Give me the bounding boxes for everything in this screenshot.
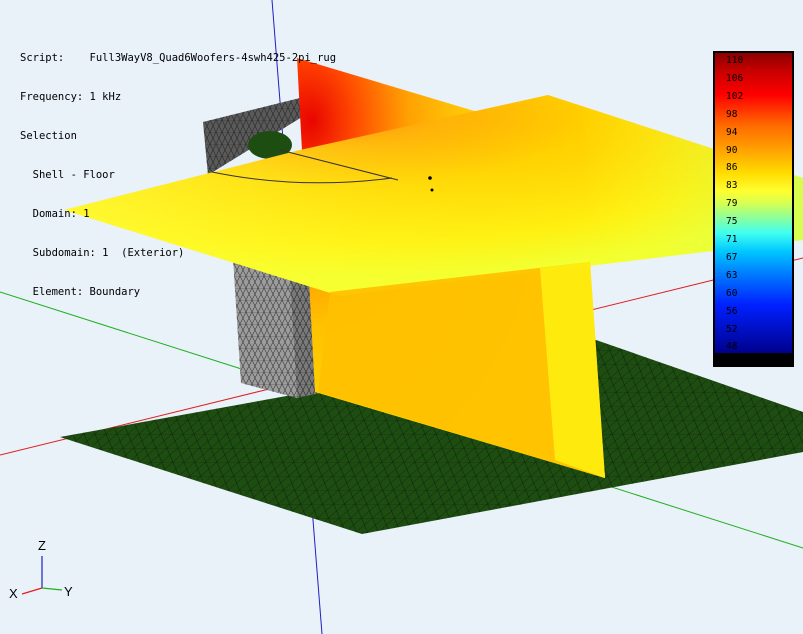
selection-line: Selection xyxy=(20,130,77,142)
legend-tick-label: 86 xyxy=(726,162,738,174)
legend-tick-label: 90 xyxy=(726,144,738,156)
legend-tick-label: 48 xyxy=(726,341,738,353)
legend-tick-label: 79 xyxy=(726,198,738,210)
color-legend: 110 106 102 98 94 90 86 83 79 75 71 67 63 60 56 52 48 xyxy=(713,51,794,367)
legend-tick-label: 63 xyxy=(726,269,738,281)
mic-point xyxy=(428,176,432,180)
info-panel: Script: Full3WayV8_Quad6Woofers-4swh425-… xyxy=(20,26,336,312)
legend-tick-label: 83 xyxy=(726,180,738,192)
frequency-line: Frequency: 1 kHz xyxy=(20,91,122,103)
legend-tick-label: 71 xyxy=(726,234,738,245)
legend-tick-label: 94 xyxy=(726,126,738,138)
triad-y-line xyxy=(41,587,63,591)
legend-tick-label: 98 xyxy=(726,108,738,120)
legend-tick-label: 52 xyxy=(726,323,738,335)
triad-z-label: Z xyxy=(38,538,46,553)
legend-tick-label: 60 xyxy=(726,287,738,299)
triad-y-label: Y xyxy=(64,584,73,599)
legend-tick-label: 75 xyxy=(726,216,738,228)
triad-x-label: X xyxy=(9,586,18,601)
legend-tick-label: 106 xyxy=(726,72,744,84)
axis-triad: Z X Y xyxy=(9,538,73,601)
shell-line: Shell - Floor xyxy=(20,169,115,181)
script-line: Script: Full3WayV8_Quad6Woofers-4swh425-… xyxy=(20,52,337,64)
mic-point xyxy=(430,188,434,192)
legend-tick-label: 67 xyxy=(726,251,738,263)
legend-tick-label: 102 xyxy=(726,90,744,102)
triad-x-line xyxy=(21,587,43,595)
legend-tick-label: 110 xyxy=(726,55,744,66)
legend-tick-label: 56 xyxy=(726,305,738,317)
domain-line: Domain: 1 xyxy=(20,208,90,220)
subdomain-line: Subdomain: 1 (Exterior) xyxy=(20,247,185,259)
element-line: Element: Boundary xyxy=(20,286,141,298)
